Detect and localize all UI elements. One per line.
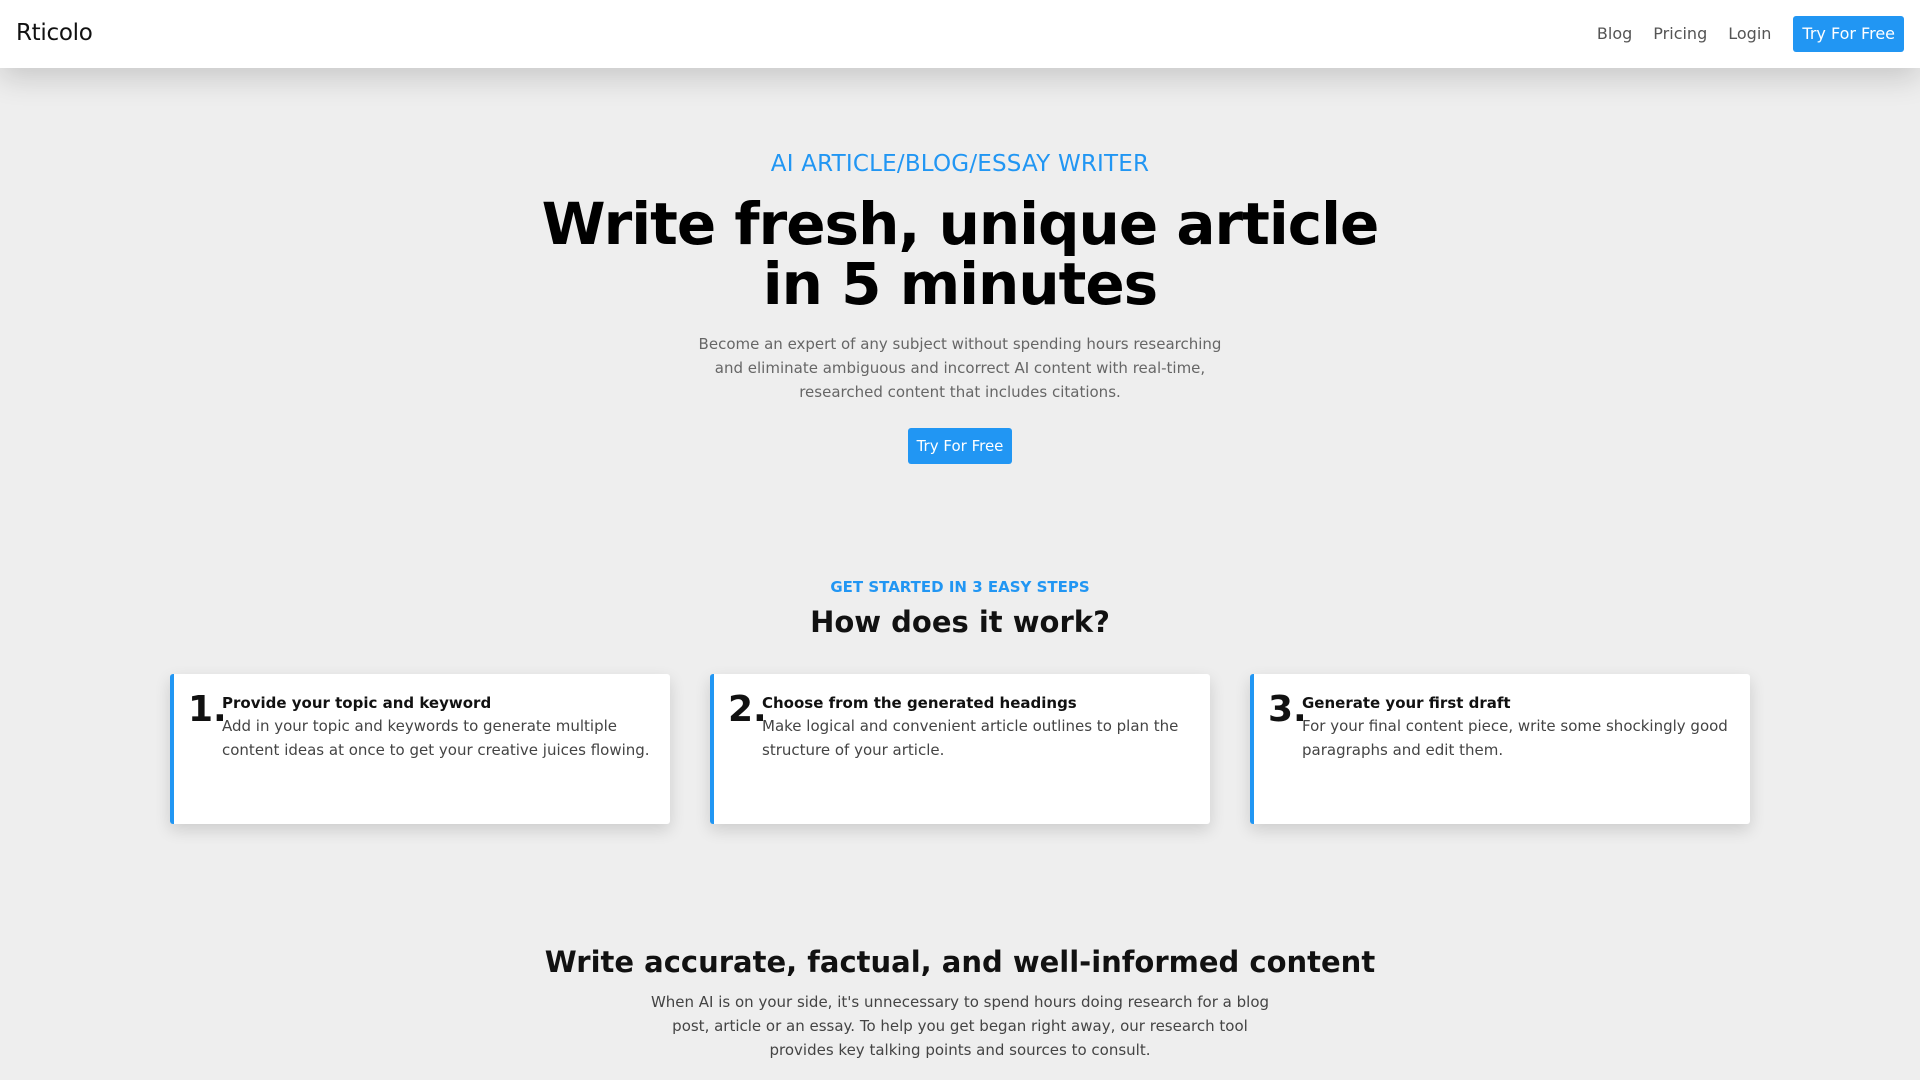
- step-body: Provide your topic and keyword Add in yo…: [222, 692, 652, 762]
- step-description: For your final content piece, write some…: [1302, 717, 1728, 759]
- steps-eyebrow: GET STARTED IN 3 EASY STEPS: [830, 578, 1090, 596]
- steps-title: How does it work?: [810, 605, 1110, 639]
- hero-eyebrow: AI ARTICLE/BLOG/ESSAY WRITER: [770, 151, 1150, 177]
- step-card-1: 1. Provide your topic and keyword Add in…: [170, 674, 670, 824]
- hero-subtitle: Become an expert of any subject without …: [698, 335, 1222, 401]
- how-it-works-section: GET STARTED IN 3 EASY STEPS How does it …: [0, 576, 1920, 824]
- step-number: 2.: [728, 689, 767, 730]
- nav-try-for-free-button[interactable]: Try For Free: [1793, 16, 1904, 52]
- hero-title-line-2: in 5 minutes: [762, 250, 1158, 318]
- step-card-3: 3. Generate your first draft For your fi…: [1250, 674, 1750, 824]
- top-navbar: Rticolo Blog Pricing Login Try For Free: [0, 0, 1920, 68]
- step-card-2: 2. Choose from the generated headings Ma…: [710, 674, 1210, 824]
- hero-title-line-1: Write fresh, unique article: [541, 190, 1380, 258]
- hero-section: AI ARTICLE/BLOG/ESSAY WRITER Write fresh…: [0, 148, 1920, 464]
- step-number: 1.: [188, 689, 227, 730]
- hero-try-for-free-button[interactable]: Try For Free: [907, 428, 1013, 464]
- step-title: Choose from the generated headings: [762, 694, 1077, 712]
- step-body: Generate your first draft For your final…: [1302, 692, 1732, 762]
- hero-title: Write fresh, unique article in 5 minutes: [510, 194, 1410, 314]
- nav-link-login[interactable]: Login: [1728, 16, 1771, 52]
- step-number: 3.: [1268, 689, 1307, 730]
- step-title: Generate your first draft: [1302, 694, 1511, 712]
- step-description: Make logical and convenient article outl…: [762, 717, 1179, 759]
- nav-link-blog[interactable]: Blog: [1597, 16, 1632, 52]
- accuracy-title: Write accurate, factual, and well-inform…: [544, 945, 1376, 979]
- brand-logo[interactable]: Rticolo: [16, 18, 93, 48]
- step-body: Choose from the generated headings Make …: [762, 692, 1192, 762]
- nav-links: Blog Pricing Login Try For Free: [1576, 16, 1904, 52]
- accuracy-section: Write accurate, factual, and well-inform…: [0, 942, 1920, 1062]
- nav-link-pricing[interactable]: Pricing: [1653, 16, 1707, 52]
- step-title: Provide your topic and keyword: [222, 694, 492, 712]
- accuracy-description: When AI is on your side, it's unnecessar…: [650, 993, 1270, 1059]
- step-description: Add in your topic and keywords to genera…: [222, 717, 650, 759]
- steps-cards: 1. Provide your topic and keyword Add in…: [170, 674, 1750, 824]
